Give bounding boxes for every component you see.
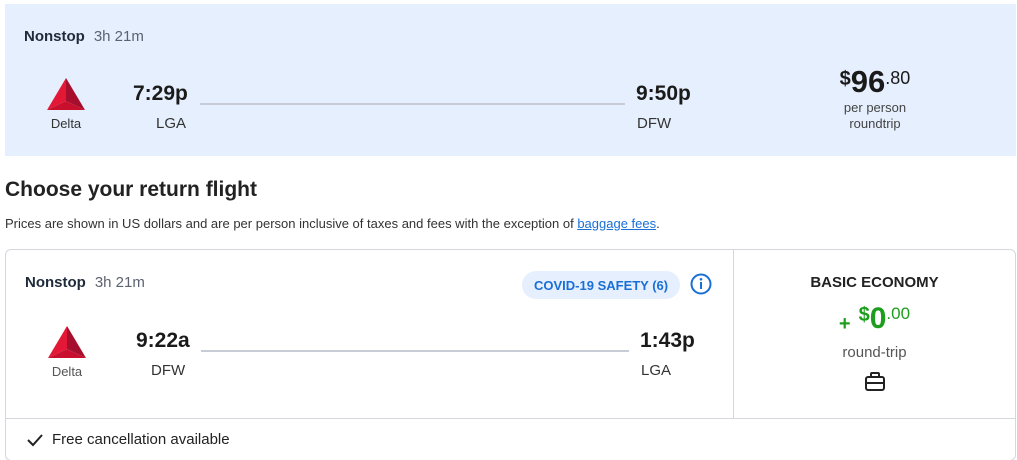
outbound-price: $96.80 per person roundtrip [815,64,935,132]
duration-label: 3h 21m [94,274,145,291]
fare-whole: 0 [869,302,887,335]
page-title: Choose your return flight [5,178,257,201]
baggage-fees-link[interactable]: baggage fees [577,216,656,231]
arrival-airport: DFW [637,115,672,132]
price-per-label: per person [843,100,907,115]
covid-safety-badge[interactable]: COVID-19 SAFETY (6) [522,271,681,299]
arrival-airport: LGA [641,362,672,379]
fare-cents: .00 [886,304,911,323]
airline: Delta [36,77,96,131]
departure-time: 9:22a [136,329,190,352]
airline: Delta [37,325,97,379]
carry-on-bag-icon [865,372,885,391]
airline-name: Delta [50,116,82,131]
free-cancellation-label: Free cancellation available [52,431,230,448]
fare-class-title: BASIC ECONOMY [810,274,939,291]
flight-meta: Nonstop 3h 21m [25,274,145,291]
delta-logo-icon [48,326,86,358]
selected-outbound-flight[interactable]: Nonstop 3h 21m Delta 7:29p LGA 9:50p DFW… [5,4,1016,156]
flight-path-line [201,350,629,352]
stops-label: Nonstop [25,274,86,291]
return-flight-card[interactable]: Nonstop 3h 21m COVID-19 SAFETY (6) Delta… [5,249,1016,460]
price-amount: $96.80 [815,64,935,100]
price-currency: $ [839,68,851,90]
price-whole: 96 [850,64,886,99]
fare-trip-label: round-trip [842,344,907,361]
departure-airport: DFW [151,362,186,379]
airline-name: Delta [51,364,83,379]
checkmark-icon [27,433,43,446]
price-trip-label: roundtrip [849,116,901,131]
fare-currency: $ [858,304,870,326]
arrival-time: 9:50p [636,82,691,105]
fare-plus: + [838,313,851,335]
info-icon[interactable] [690,273,712,295]
flight-meta: Nonstop 3h 21m [24,28,144,45]
card-footer-divider [6,418,1015,419]
flight-path-line [200,103,625,105]
free-cancellation-row: Free cancellation available [26,431,230,448]
price-disclaimer: Prices are shown in US dollars and are p… [5,216,660,231]
disclaimer-end: . [656,216,660,231]
fare-price[interactable]: + $0.00 [734,302,1015,336]
departure-time: 7:29p [133,82,188,105]
stops-label: Nonstop [24,28,85,45]
delta-logo-icon [47,78,85,110]
price-cents: .80 [885,68,911,88]
arrival-time: 1:43p [640,329,695,352]
duration-label: 3h 21m [93,28,144,45]
departure-airport: LGA [156,115,187,132]
disclaimer-text: Prices are shown in US dollars and are p… [5,216,578,231]
